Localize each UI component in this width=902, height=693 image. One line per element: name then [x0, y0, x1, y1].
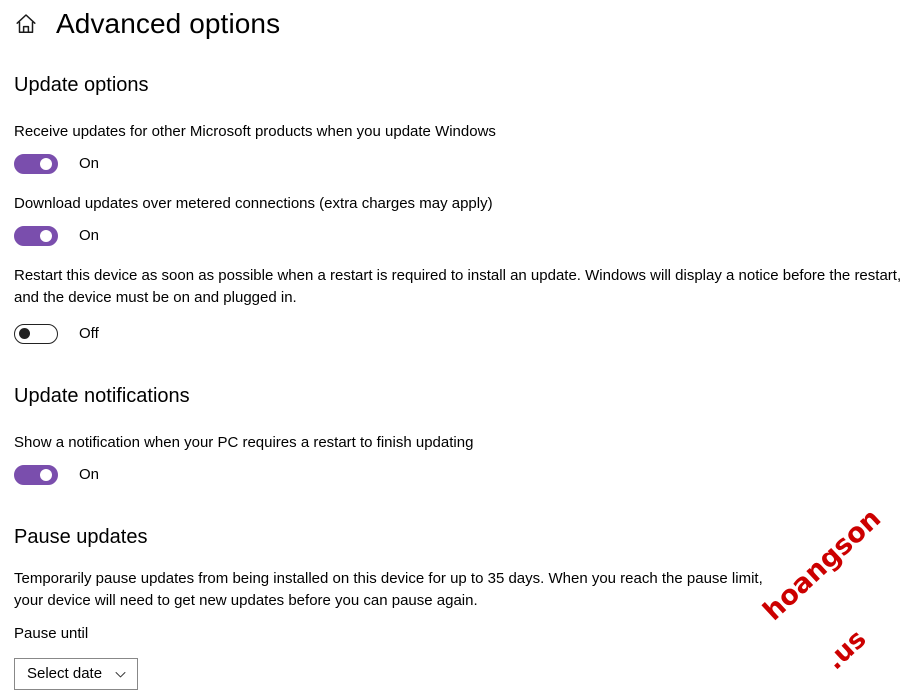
- section-update-notifications: Update notifications Show a notification…: [14, 383, 902, 486]
- setting-label-metered-connections: Download updates over metered connection…: [14, 195, 493, 212]
- toggle-microsoft-products[interactable]: [14, 154, 58, 174]
- toggle-knob: [19, 327, 30, 339]
- chevron-down-icon: [114, 668, 127, 681]
- toggle-row-restart-notification: On: [14, 464, 902, 486]
- setting-label-microsoft-products: Receive updates for other Microsoft prod…: [14, 123, 496, 140]
- section-update-options: Update options Receive updates for other…: [14, 72, 902, 345]
- page-header: Advanced options: [0, 0, 902, 42]
- setting-label-restart-notification: Show a notification when your PC require…: [14, 434, 474, 451]
- toggle-state-restart-device: Off: [79, 325, 99, 342]
- toggle-row-metered-connections: On: [14, 225, 902, 247]
- setting-label-restart-device: Restart this device as soon as possible …: [14, 267, 902, 306]
- pause-until-dropdown-value: Select date: [27, 665, 103, 682]
- page-title: Advanced options: [56, 8, 281, 39]
- toggle-row-restart-device: Off: [14, 323, 902, 345]
- section-heading-pause-updates: Pause updates: [14, 526, 148, 548]
- toggle-restart-device[interactable]: [14, 324, 58, 344]
- section-pause-updates: Pause updates Temporarily pause updates …: [14, 524, 902, 690]
- pause-until-label: Pause until: [14, 625, 89, 642]
- section-heading-update-options: Update options: [14, 74, 149, 96]
- toggle-knob: [40, 469, 52, 481]
- settings-content: Update options Receive updates for other…: [0, 42, 902, 690]
- toggle-knob: [40, 158, 52, 170]
- toggle-knob: [40, 230, 52, 242]
- pause-updates-description: Temporarily pause updates from being ins…: [14, 570, 763, 609]
- section-heading-update-notifications: Update notifications: [14, 385, 190, 407]
- toggle-state-metered-connections: On: [79, 227, 100, 244]
- pause-until-dropdown[interactable]: Select date: [14, 658, 138, 690]
- toggle-metered-connections[interactable]: [14, 226, 58, 246]
- home-icon[interactable]: [14, 12, 56, 36]
- toggle-row-microsoft-products: On: [14, 153, 902, 175]
- toggle-restart-notification[interactable]: [14, 465, 58, 485]
- toggle-state-restart-notification: On: [79, 466, 100, 483]
- toggle-state-microsoft-products: On: [79, 155, 100, 172]
